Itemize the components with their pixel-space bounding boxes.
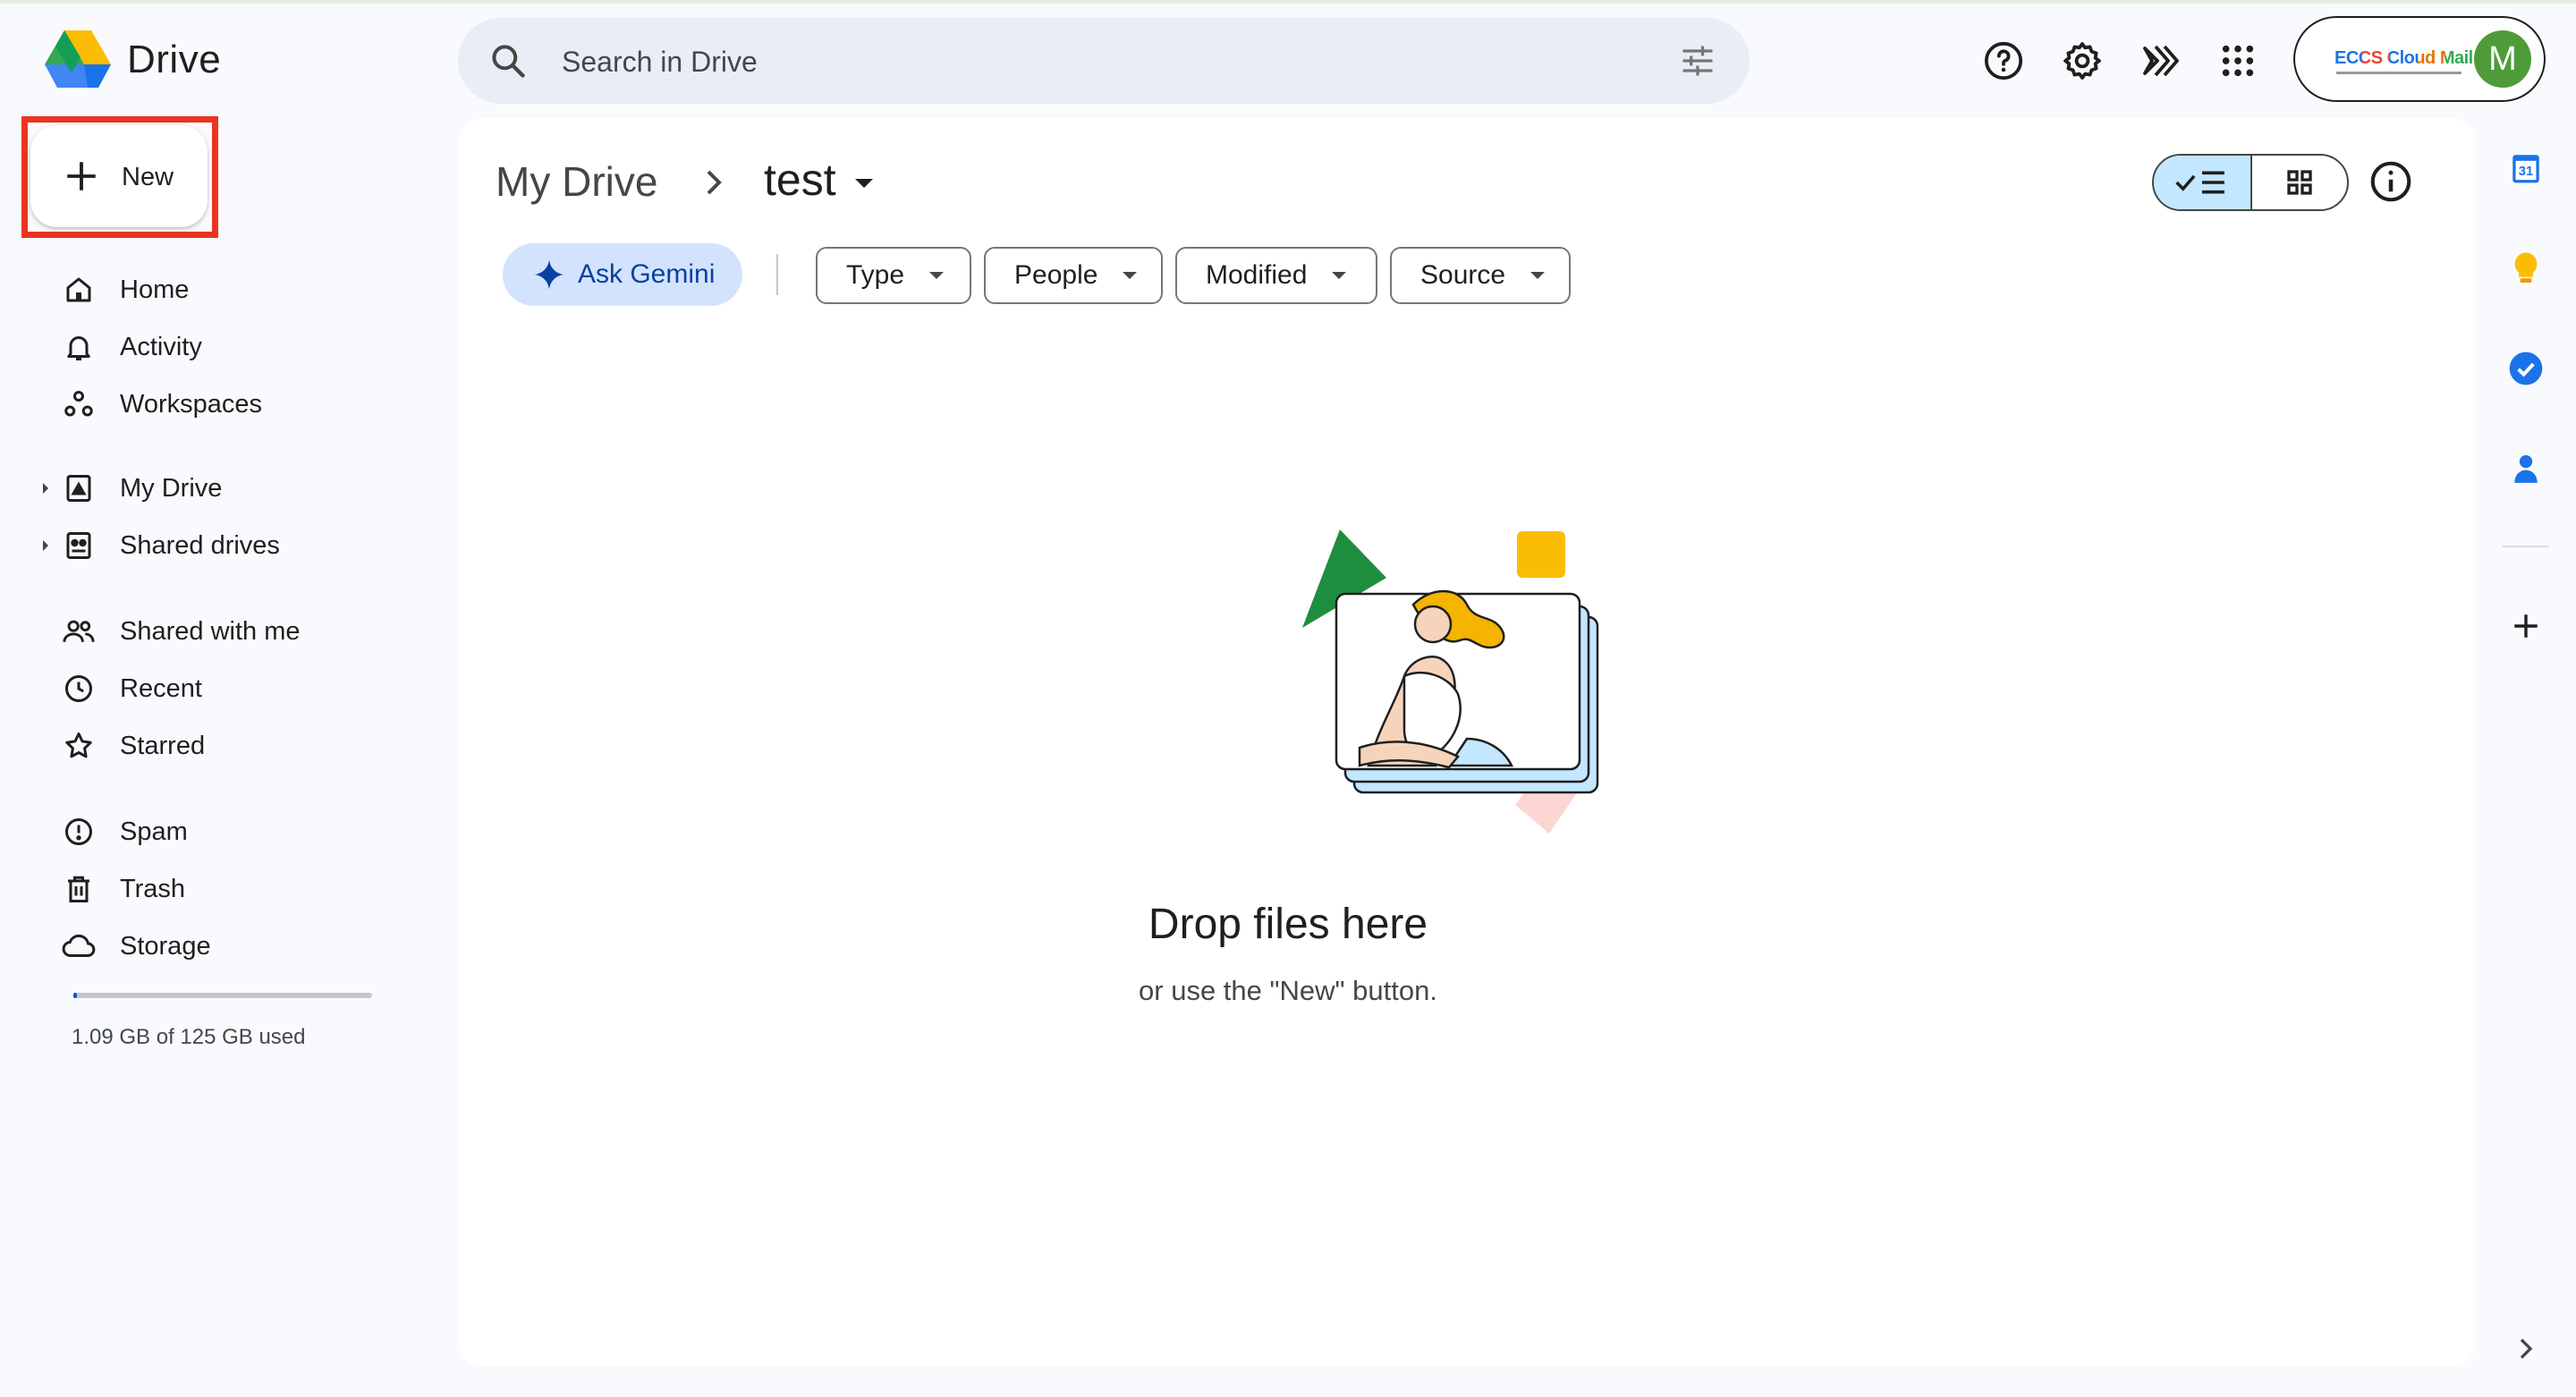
org-logo-subtitle [2336,72,2462,74]
filter-chip-people[interactable]: People [984,247,1163,304]
nav-item-label: Activity [120,332,202,361]
nav-item-home[interactable]: Home [36,265,189,315]
tasks-icon[interactable] [2504,347,2547,390]
workspaces-icon [57,383,100,426]
breadcrumb-dropdown-icon[interactable] [855,179,873,188]
caret-down-icon [1530,272,1546,279]
highlight-box [21,116,218,238]
grid-icon [2287,170,2312,195]
caret-down-icon [1332,272,1347,279]
nav-item-workspaces[interactable]: Workspaces [36,379,262,429]
filter-chip-source[interactable]: Source [1390,247,1571,304]
keep-icon[interactable] [2504,247,2547,290]
filter-divider [776,254,778,295]
caret-down-icon [1123,272,1138,279]
breadcrumb-root[interactable]: My Drive [496,157,657,206]
empty-state-title: Drop files here [1148,901,1428,948]
people-icon [57,610,100,653]
filter-chip-label: Type [846,260,905,290]
bell-icon [57,326,100,368]
search-bar[interactable] [458,18,1750,106]
shared-drives-icon [57,524,100,567]
clock-icon [57,667,100,710]
view-toggle[interactable] [2152,154,2349,211]
expand-side-panel-chevron-icon[interactable] [2504,1327,2547,1370]
svg-text:31: 31 [2519,165,2533,179]
my-drive-icon [57,467,100,510]
org-logo: ECCS Cloud Mail [2334,48,2473,68]
nav-item-label: Shared with me [120,616,301,646]
nav-item-spam[interactable]: Spam [36,807,188,857]
help-icon[interactable] [1979,36,2029,86]
contacts-icon[interactable] [2504,447,2547,490]
nav-item-label: Shared drives [120,530,280,560]
add-addon-plus-icon[interactable] [2504,605,2547,648]
nav-item-label: Workspaces [120,389,263,419]
drive-logo[interactable]: Drive [45,27,221,93]
app-name: Drive [127,38,222,81]
nav-item-label: Starred [120,731,206,760]
nav-item-shared-with-me[interactable]: Shared with me [36,606,301,656]
calendar-icon[interactable]: 31 [2504,147,2547,190]
storage-usage-text: 1.09 GB of 125 GB used [72,1025,306,1049]
spam-icon [57,810,100,853]
breadcrumb-current[interactable]: test [764,154,836,206]
nav-item-starred[interactable]: Starred [36,721,205,771]
search-input[interactable] [560,18,1547,106]
filter-chip-label: Modified [1206,260,1308,290]
nav-item-label: My Drive [120,473,223,503]
nav-item-shared-drives[interactable]: Shared drives [36,521,280,571]
avatar[interactable]: M [2474,30,2531,88]
filter-chip-type[interactable]: Type [816,247,971,304]
settings-gear-icon[interactable] [2057,36,2107,86]
grid-view-button[interactable] [2252,156,2347,209]
info-icon[interactable] [2367,157,2415,206]
nav-item-my-drive[interactable]: My Drive [36,463,222,513]
nav-item-label: Spam [120,817,188,846]
nav-item-label: Home [120,275,190,304]
account-switcher[interactable]: ECCS Cloud Mail M [2293,16,2546,102]
caret-down-icon [929,272,945,279]
home-icon [57,268,100,311]
empty-state-subtitle: or use the "New" button. [1139,975,1437,1006]
search-options-icon[interactable] [1678,41,1717,80]
filter-chip-label: People [1014,260,1098,290]
search-icon[interactable] [488,41,528,80]
gemini-sparkle-icon[interactable] [2136,36,2186,86]
filter-chip-label: Source [1420,260,1506,290]
ask-gemini-button[interactable]: Ask Gemini [503,243,742,306]
chevron-right-icon [707,170,722,195]
nav-item-recent[interactable]: Recent [36,664,202,714]
star-icon [57,724,100,767]
top-border [0,0,2576,4]
drive-logo-icon [45,30,111,88]
list-view-button[interactable] [2154,156,2252,209]
ask-gemini-label: Ask Gemini [578,259,716,289]
apps-grid-icon[interactable] [2213,36,2263,86]
nav-item-activity[interactable]: Activity [36,322,202,372]
filter-chip-modified[interactable]: Modified [1175,247,1377,304]
check-list-icon [2175,171,2224,194]
empty-folder-illustration [1302,529,1599,834]
gemini-star-icon [534,259,564,290]
side-panel-divider [2503,546,2549,547]
nav-item-label: Recent [120,673,202,703]
